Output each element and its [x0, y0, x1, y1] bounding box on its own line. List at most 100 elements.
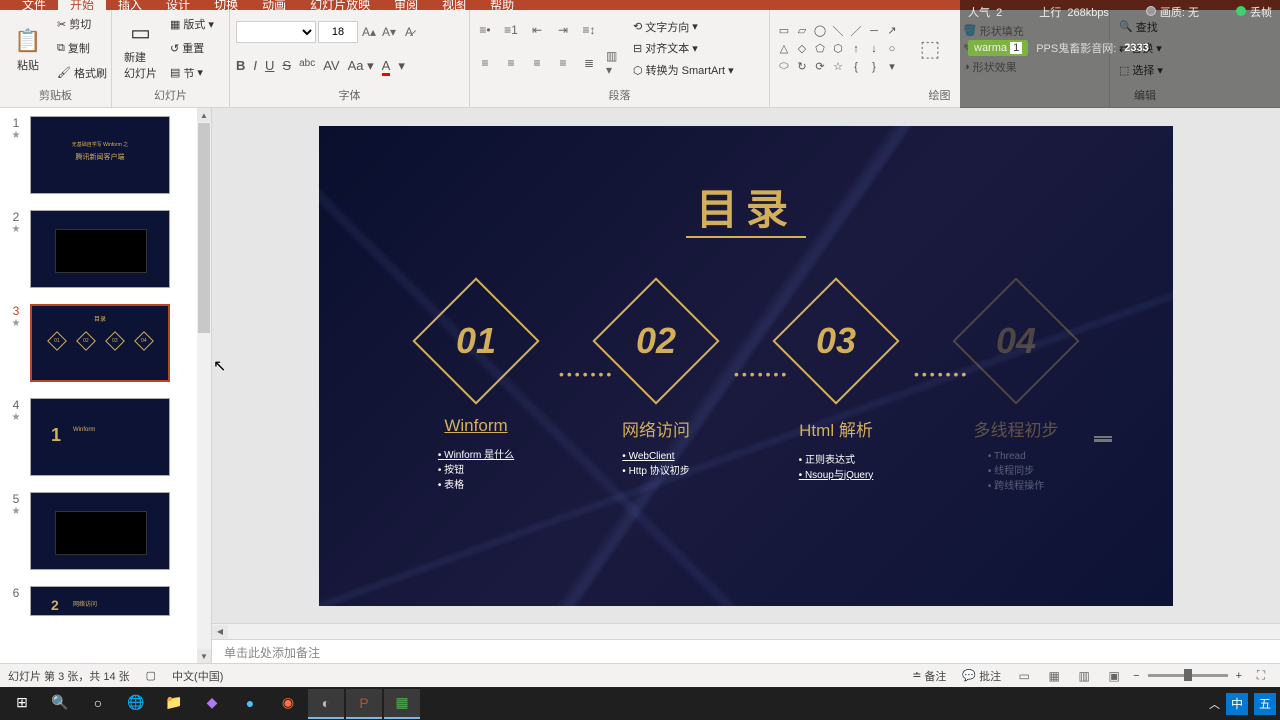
tab-design[interactable]: 设计 [154, 0, 202, 10]
font-size-select[interactable] [318, 21, 358, 43]
slide[interactable]: 目录 ••••••• ••••••• ••••••• 01 Winform Wi… [319, 126, 1173, 606]
taskbar-chrome[interactable]: 🌐 [118, 689, 154, 719]
align-text-button[interactable]: ⊟对齐文本 ▾ [630, 39, 737, 57]
taskbar-explorer[interactable]: 📁 [156, 689, 192, 719]
grow-font-button[interactable]: A▴ [360, 23, 378, 41]
font-color-button[interactable]: A [382, 58, 391, 76]
format-painter-button[interactable]: 🖌格式刷 [54, 64, 110, 82]
spellcheck-icon[interactable]: ▢ [146, 669, 156, 682]
tab-transition[interactable]: 切换 [202, 0, 250, 10]
cortana-button[interactable]: ○ [80, 689, 116, 719]
indent-dec-button[interactable]: ⇤ [528, 21, 546, 39]
toc-item-2[interactable]: 02 网络访问 WebClient Http 协议初步 [566, 296, 746, 477]
italic-button[interactable]: I [253, 58, 257, 76]
slideshow-view-button[interactable]: ▣ [1103, 667, 1125, 685]
taskbar-app2[interactable]: ◉ [270, 689, 306, 719]
slide-canvas[interactable]: 目录 ••••••• ••••••• ••••••• 01 Winform Wi… [212, 108, 1280, 623]
toc-item-3[interactable]: 03 Html 解析 正则表达式 Nsoup与jQuery [746, 296, 926, 481]
reading-view-button[interactable]: ▥ [1073, 667, 1095, 685]
layout-button[interactable]: ▦版式 ▾ [167, 15, 217, 33]
fit-button[interactable]: ⛶ [1250, 667, 1272, 685]
start-button[interactable]: ⊞ [4, 689, 40, 719]
thumb-6[interactable]: 6 2网络访问 [0, 578, 211, 624]
slide-title[interactable]: 目录 [696, 176, 796, 237]
tab-review[interactable]: 审阅 [382, 0, 430, 10]
shapes-gallery[interactable]: ▭▱◯＼／─↗ △◇⬠⬡↑↓○ ⬭↻⟳☆{}▾ [776, 23, 900, 75]
search-button[interactable]: 🔍 [42, 689, 78, 719]
distribute-button[interactable]: ≣ [580, 54, 598, 72]
scroll-up-button[interactable]: ▲ [197, 108, 211, 122]
thumb-3[interactable]: 3★ 目录 01 02 03 04 [0, 296, 211, 390]
scroll-thumb[interactable] [198, 123, 210, 333]
sorter-view-button[interactable]: ▦ [1043, 667, 1065, 685]
reset-button[interactable]: ↺重置 [167, 39, 217, 57]
case-button[interactable]: Aa ▾ [348, 58, 374, 76]
smartart-button[interactable]: ⬡转换为 SmartArt ▾ [630, 61, 737, 79]
toc-item-1[interactable]: 01 Winform Winform 是什么 按钮 表格 [386, 296, 566, 491]
arrange-icon: ⬚ [914, 33, 946, 65]
text-direction-button[interactable]: ⟲文字方向 ▾ [630, 18, 737, 36]
thumb-4[interactable]: 4★ 1Winform [0, 390, 211, 484]
tab-help[interactable]: 帮助 [478, 0, 526, 10]
thumb-2[interactable]: 2★ [0, 202, 211, 296]
zoom-slider[interactable] [1148, 674, 1228, 677]
cut-button[interactable]: ✂剪切 [54, 15, 110, 33]
zoom-in-button[interactable]: + [1236, 670, 1242, 682]
shadow-button[interactable]: abc [299, 58, 315, 76]
bold-button[interactable]: B [236, 58, 245, 76]
bullets-button[interactable]: ≡• [476, 21, 494, 39]
tab-home[interactable]: 开始 [58, 0, 106, 10]
align-center-button[interactable]: ≡ [502, 54, 520, 72]
taskbar-powerpoint[interactable]: P [346, 689, 382, 719]
comments-button[interactable]: 💬 批注 [958, 668, 1005, 684]
tab-insert[interactable]: 插入 [106, 0, 154, 10]
align-left-button[interactable]: ≡ [476, 54, 494, 72]
tab-file[interactable]: 文件 [10, 0, 58, 10]
language-status[interactable]: 中文(中国) [172, 668, 223, 684]
taskbar-app1[interactable]: ● [232, 689, 268, 719]
new-slide-button[interactable]: ▭ 新建 幻灯片 [118, 12, 163, 85]
line-spacing-button[interactable]: ≡↕ [580, 21, 598, 39]
vscroll[interactable]: ▲ ▼ [197, 108, 211, 663]
arrange-button[interactable]: ⬚ [908, 31, 952, 67]
slide-counter: 幻灯片 第 3 张，共 14 张 [8, 668, 130, 684]
smartart-icon: ⬡ [633, 64, 643, 77]
normal-view-button[interactable]: ▭ [1013, 667, 1035, 685]
star-icon: ★ [12, 318, 21, 329]
thumb-5[interactable]: 5★ [0, 484, 211, 578]
taskbar-app3[interactable]: ◐ [308, 689, 344, 719]
align-right-button[interactable]: ≡ [528, 54, 546, 72]
taskbar-vs[interactable]: ◆ [194, 689, 230, 719]
notes-button[interactable]: ≐ 备注 [908, 668, 950, 684]
ime-mode[interactable]: 五 [1254, 693, 1276, 715]
clear-format-button[interactable]: A̷ [400, 23, 418, 41]
justify-button[interactable]: ≡ [554, 54, 572, 72]
toc-item-4[interactable]: 04 多线程初步 Thread 线程同步 跨线程操作 [926, 296, 1106, 492]
notes-pane[interactable]: 单击此处添加备注 [212, 639, 1280, 663]
columns-button[interactable]: ▥ ▾ [606, 54, 624, 72]
tray-chevron-icon[interactable]: ︿ [1209, 696, 1220, 712]
zoom-out-button[interactable]: − [1133, 670, 1139, 682]
tab-animation[interactable]: 动画 [250, 0, 298, 10]
tab-view[interactable]: 视图 [430, 0, 478, 10]
indent-inc-button[interactable]: ⇥ [554, 21, 572, 39]
spacing-button[interactable]: AV [323, 58, 339, 76]
star-icon: ★ [12, 130, 21, 141]
hscroll[interactable]: ◀ [212, 623, 1280, 639]
numbering-button[interactable]: ≡1 [502, 21, 520, 39]
section-button[interactable]: ▤节 ▾ [167, 64, 217, 82]
copy-button[interactable]: ⧉复制 [54, 39, 110, 57]
shrink-font-button[interactable]: A▾ [380, 23, 398, 41]
underline-button[interactable]: U [265, 58, 274, 76]
font-family-select[interactable] [236, 21, 316, 43]
star-icon: ★ [12, 412, 21, 423]
ime-lang[interactable]: 中 [1226, 693, 1248, 715]
hscroll-left-button[interactable]: ◀ [212, 625, 228, 639]
taskbar-app4[interactable]: ▦ [384, 689, 420, 719]
tab-slideshow[interactable]: 幻灯片放映 [298, 0, 382, 10]
new-slide-icon: ▭ [125, 17, 157, 49]
scroll-down-button[interactable]: ▼ [197, 649, 211, 663]
thumb-1[interactable]: 1★ 无基础自学写 Winform 之腾讯新闻客户端 [0, 108, 211, 202]
strike-button[interactable]: S [282, 58, 291, 76]
paste-button[interactable]: 📋 粘贴 [6, 12, 50, 85]
